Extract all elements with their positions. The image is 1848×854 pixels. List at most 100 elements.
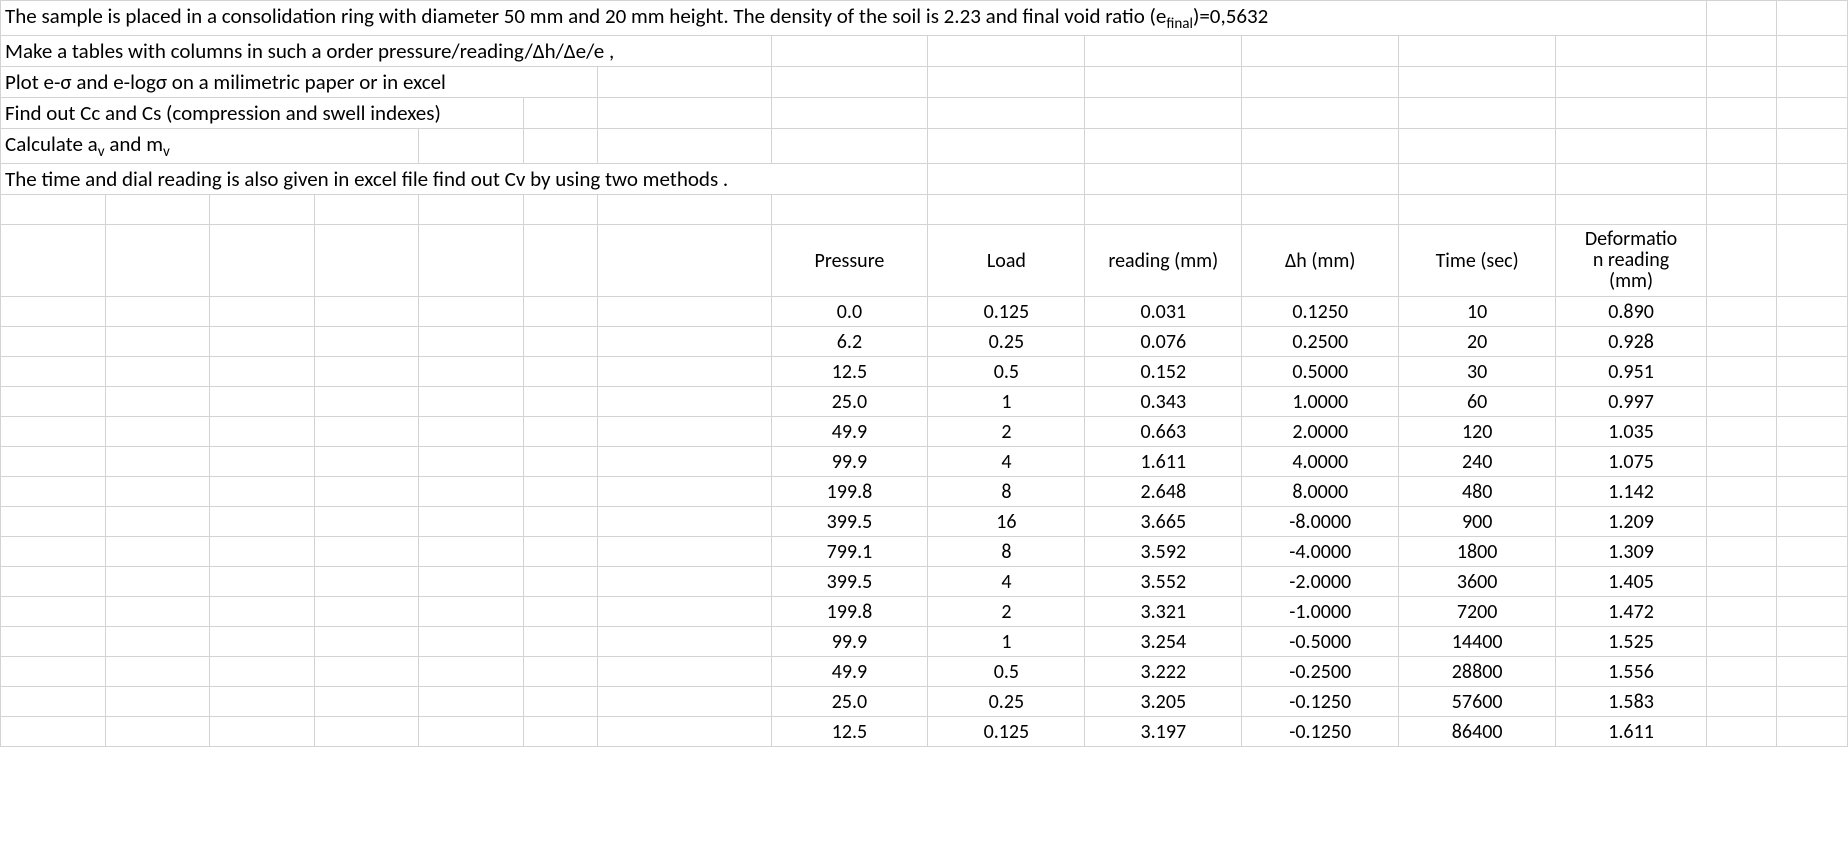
cell-blank[interactable] — [1707, 36, 1777, 67]
cell-blank[interactable] — [1399, 67, 1556, 98]
cell-blank[interactable] — [1, 357, 106, 387]
cell-blank[interactable] — [1242, 67, 1399, 98]
cell-blank[interactable] — [314, 447, 419, 477]
cell-blank[interactable] — [1707, 387, 1777, 417]
cell-blank[interactable] — [1399, 164, 1556, 195]
cell-blank[interactable] — [524, 297, 598, 327]
cell-blank[interactable] — [314, 195, 419, 225]
cell-blank[interactable] — [1085, 164, 1242, 195]
instr-line-4[interactable]: Find out Cc and Cs (compression and swel… — [1, 98, 524, 129]
cell-dh[interactable]: -0.1250 — [1242, 687, 1399, 717]
cell-blank[interactable] — [771, 67, 928, 98]
cell-time[interactable]: 7200 — [1399, 597, 1556, 627]
cell-blank[interactable] — [1707, 687, 1777, 717]
cell-blank[interactable] — [524, 567, 598, 597]
cell-dh[interactable]: -1.0000 — [1242, 597, 1399, 627]
cell-blank[interactable] — [1, 297, 106, 327]
cell-load[interactable]: 4 — [928, 447, 1085, 477]
table-row[interactable]: 49.920.6632.00001201.035 — [1, 417, 1848, 447]
instr-line-5[interactable]: Calculate av and mv — [1, 129, 419, 164]
cell-reading[interactable]: 3.592 — [1085, 537, 1242, 567]
cell-blank[interactable] — [210, 447, 315, 477]
cell-blank[interactable] — [1556, 67, 1707, 98]
col-header-dh[interactable]: Δh (mm) — [1242, 225, 1399, 297]
cell-blank[interactable] — [419, 597, 524, 627]
cell-blank[interactable] — [1556, 195, 1707, 225]
cell-load[interactable]: 2 — [928, 417, 1085, 447]
cell-dh[interactable]: -8.0000 — [1242, 507, 1399, 537]
cell-blank[interactable] — [1242, 129, 1399, 164]
cell-blank[interactable] — [1707, 67, 1777, 98]
cell-deformation[interactable]: 1.405 — [1556, 567, 1707, 597]
cell-blank[interactable] — [1777, 164, 1848, 195]
cell-blank[interactable] — [419, 507, 524, 537]
table-row[interactable]: 0.00.1250.0310.1250100.890 — [1, 297, 1848, 327]
cell-deformation[interactable]: 1.472 — [1556, 597, 1707, 627]
cell-blank[interactable] — [771, 98, 928, 129]
cell-blank[interactable] — [210, 357, 315, 387]
cell-time[interactable]: 1800 — [1399, 537, 1556, 567]
cell-blank[interactable] — [598, 597, 771, 627]
cell-blank[interactable] — [1556, 98, 1707, 129]
cell-blank[interactable] — [598, 327, 771, 357]
cell-blank[interactable] — [1707, 225, 1777, 297]
cell-blank[interactable] — [419, 627, 524, 657]
col-header-pressure[interactable]: Pressure — [771, 225, 928, 297]
cell-blank[interactable] — [210, 507, 315, 537]
cell-time[interactable]: 3600 — [1399, 567, 1556, 597]
cell-pressure[interactable]: 399.5 — [771, 507, 928, 537]
cell-blank[interactable] — [1777, 687, 1848, 717]
cell-blank[interactable] — [1777, 225, 1848, 297]
cell-blank[interactable] — [210, 567, 315, 597]
cell-blank[interactable] — [598, 627, 771, 657]
cell-blank[interactable] — [1707, 507, 1777, 537]
cell-blank[interactable] — [524, 225, 598, 297]
cell-blank[interactable] — [314, 717, 419, 747]
cell-blank[interactable] — [210, 627, 315, 657]
cell-blank[interactable] — [314, 417, 419, 447]
cell-blank[interactable] — [1, 477, 106, 507]
cell-blank[interactable] — [598, 417, 771, 447]
cell-blank[interactable] — [419, 447, 524, 477]
cell-blank[interactable] — [524, 477, 598, 507]
cell-load[interactable]: 0.5 — [928, 657, 1085, 687]
cell-blank[interactable] — [210, 225, 315, 297]
cell-blank[interactable] — [928, 36, 1085, 67]
cell-blank[interactable] — [598, 297, 771, 327]
cell-blank[interactable] — [524, 537, 598, 567]
cell-blank[interactable] — [598, 687, 771, 717]
cell-blank[interactable] — [1777, 129, 1848, 164]
cell-blank[interactable] — [419, 567, 524, 597]
cell-blank[interactable] — [1777, 657, 1848, 687]
table-row[interactable]: 399.543.552-2.000036001.405 — [1, 567, 1848, 597]
cell-pressure[interactable]: 199.8 — [771, 477, 928, 507]
instr-line-1[interactable]: The sample is placed in a consolidation … — [1, 1, 1707, 36]
cell-dh[interactable]: -2.0000 — [1242, 567, 1399, 597]
table-row[interactable]: 199.882.6488.00004801.142 — [1, 477, 1848, 507]
cell-blank[interactable] — [1777, 36, 1848, 67]
cell-pressure[interactable]: 99.9 — [771, 627, 928, 657]
cell-blank[interactable] — [419, 537, 524, 567]
cell-deformation[interactable]: 1.611 — [1556, 717, 1707, 747]
cell-blank[interactable] — [105, 447, 210, 477]
cell-blank[interactable] — [598, 67, 771, 98]
cell-blank[interactable] — [598, 129, 771, 164]
cell-deformation[interactable]: 1.035 — [1556, 417, 1707, 447]
cell-blank[interactable] — [210, 657, 315, 687]
cell-blank[interactable] — [598, 657, 771, 687]
cell-blank[interactable] — [419, 417, 524, 447]
cell-blank[interactable] — [1399, 98, 1556, 129]
cell-blank[interactable] — [419, 225, 524, 297]
cell-reading[interactable]: 1.611 — [1085, 447, 1242, 477]
cell-blank[interactable] — [105, 387, 210, 417]
cell-deformation[interactable]: 1.525 — [1556, 627, 1707, 657]
cell-blank[interactable] — [1, 627, 106, 657]
cell-blank[interactable] — [210, 297, 315, 327]
cell-blank[interactable] — [524, 507, 598, 537]
cell-blank[interactable] — [210, 687, 315, 717]
cell-blank[interactable] — [210, 717, 315, 747]
cell-blank[interactable] — [524, 597, 598, 627]
cell-pressure[interactable]: 25.0 — [771, 387, 928, 417]
cell-reading[interactable]: 0.076 — [1085, 327, 1242, 357]
table-row[interactable]: 799.183.592-4.000018001.309 — [1, 537, 1848, 567]
